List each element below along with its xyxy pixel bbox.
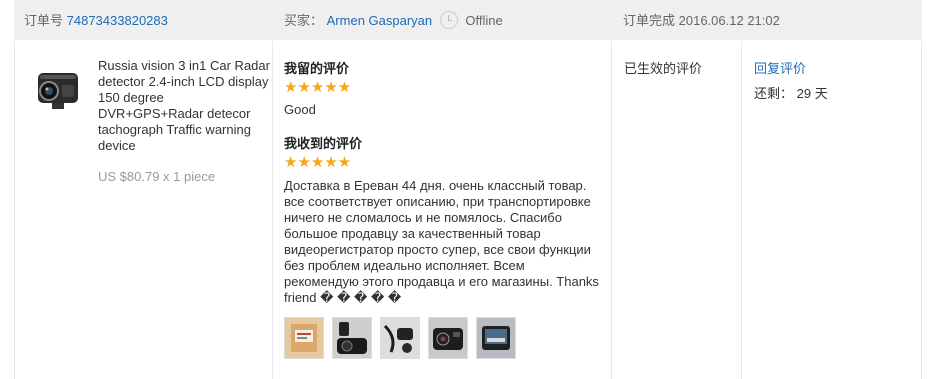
- product-title-link[interactable]: Russia vision 3 in1 Car Radar detector 2…: [98, 58, 270, 154]
- buyer-group: 买家： Armen Gasparyan Offline: [284, 10, 503, 29]
- remaining-value: 29 天: [796, 86, 828, 101]
- buyer-label: 买家：: [284, 13, 324, 28]
- feedback-status: 已生效的评价: [624, 61, 703, 76]
- dashcam-product-icon: [38, 73, 78, 109]
- reply-feedback-link[interactable]: 回复评价: [754, 58, 806, 77]
- buyer-name-link[interactable]: Armen Gasparyan: [327, 13, 433, 28]
- order-number-group: 订单号 74873433820283: [24, 10, 168, 29]
- dashcam-cables-photo[interactable]: [380, 317, 420, 359]
- product-thumbnail[interactable]: [32, 65, 84, 117]
- order-completed-label: 订单完成: [623, 13, 676, 28]
- divider: [272, 41, 273, 379]
- divider: [611, 41, 612, 379]
- order-number-label: 订单号: [24, 13, 64, 28]
- package-box-icon: [285, 318, 323, 358]
- dashcam-installed-icon: [477, 318, 515, 358]
- buyer-status: Offline: [465, 13, 503, 28]
- product-price: US $80.79 x 1 piece: [98, 169, 216, 184]
- clock-icon: [439, 11, 458, 29]
- dashcam-installed-photo[interactable]: [476, 317, 516, 359]
- divider: [921, 41, 922, 379]
- received-feedback-text: Доставка в Ереван 44 дня. очень классный…: [284, 178, 599, 305]
- dashcam-screen-photo[interactable]: [428, 317, 468, 359]
- order-completed-time: 2016.06.12 21:02: [678, 13, 780, 28]
- package-box-photo[interactable]: [284, 317, 324, 359]
- divider: [14, 41, 15, 379]
- my-feedback-text: Good: [284, 102, 316, 117]
- order-completed-group: 订单完成 2016.06.12 21:02: [623, 10, 780, 29]
- dashcam-mount-icon: [333, 318, 371, 358]
- order-header: 订单号 74873433820283 买家： Armen Gasparyan O…: [14, 0, 922, 40]
- remaining-time: 还剩： 29 天: [754, 83, 828, 102]
- dashcam-cables-icon: [381, 318, 419, 358]
- feedback-row: Russia vision 3 in1 Car Radar detector 2…: [14, 41, 922, 379]
- divider: [741, 41, 742, 379]
- my-feedback-heading: 我留的评价: [284, 61, 350, 76]
- received-feedback-heading: 我收到的评价: [284, 136, 363, 151]
- dashcam-mount-photo[interactable]: [332, 317, 372, 359]
- remaining-label: 还剩：: [754, 86, 794, 101]
- dashcam-screen-icon: [429, 318, 467, 358]
- my-feedback-stars: ★★★★★: [284, 79, 352, 96]
- received-feedback-stars: ★★★★★: [284, 154, 352, 171]
- order-number-link[interactable]: 74873433820283: [67, 13, 168, 28]
